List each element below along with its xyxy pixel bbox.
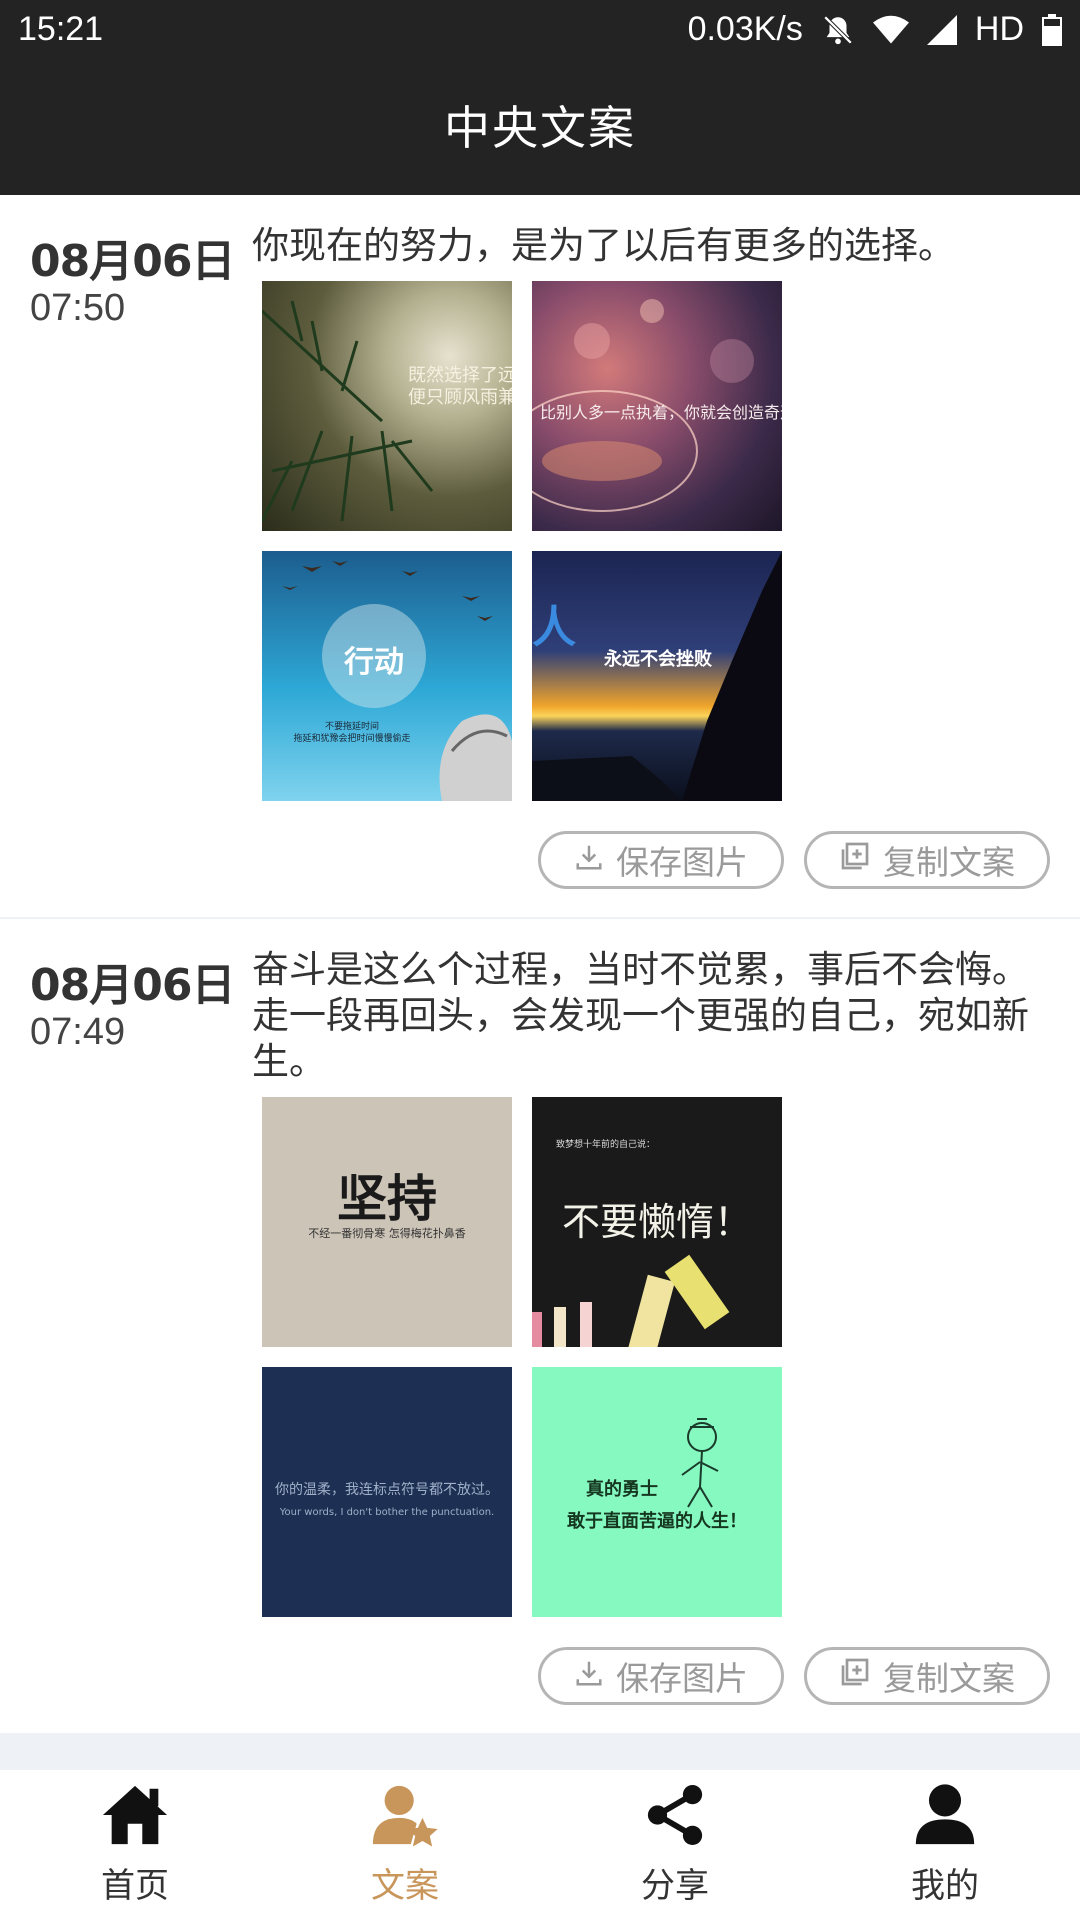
nav-item-mine[interactable]: 我的 (810, 1770, 1080, 1920)
battery-icon (1042, 13, 1062, 46)
post-text: 奋斗是这么个过程，当时不觉累，事后不会悔。走一段再回头，会发现一个更强的自己，宛… (252, 948, 1029, 1083)
post-feed[interactable]: 08月06日 07:50 你现在的努力，是为了以后有更多的选择。 既然选择了远 … (0, 195, 1080, 1770)
image-caption: 真的勇士 (586, 1479, 658, 1500)
image-caption: 敢于直面苦逼的人生！ (567, 1511, 747, 1532)
copy-text-button[interactable]: 复制文案 (804, 831, 1050, 889)
post-date: 08月06日 (30, 960, 235, 1011)
home-icon (100, 1782, 170, 1852)
post-card: 08月06日 07:50 你现在的努力，是为了以后有更多的选择。 既然选择了远 … (0, 195, 1080, 919)
hd-label: HD (974, 10, 1024, 48)
nav-item-home[interactable]: 首页 (0, 1770, 270, 1920)
signal-icon (926, 14, 957, 45)
post-image[interactable]: 你的温柔，我连标点符号都不放过。 Your words, I don't bot… (262, 1367, 512, 1617)
status-indicators: 0.03K/s HD (688, 10, 1062, 49)
image-caption: 坚持 (337, 1170, 437, 1228)
post-time: 07:49 (30, 1011, 126, 1053)
save-image-label: 保存图片 (616, 843, 748, 882)
post-image[interactable]: 致梦想十年前的自己说： 不要懒惰！ (532, 1097, 782, 1347)
mute-icon (821, 13, 855, 47)
post-image[interactable]: 真的勇士 敢于直面苦逼的人生！ (532, 1367, 782, 1617)
nav-item-copywriting[interactable]: 文案 (270, 1770, 540, 1920)
post-image[interactable]: 人 永远不会挫败 (532, 551, 782, 801)
image-caption: 致梦想十年前的自己说： (556, 1140, 656, 1150)
save-image-button[interactable]: 保存图片 (538, 1647, 784, 1705)
save-image-label: 保存图片 (616, 1659, 748, 1698)
post-text: 你现在的努力，是为了以后有更多的选择。 (252, 224, 955, 267)
page-title: 中央文案 (444, 101, 636, 155)
image-subcaption: 不要拖延时间 (324, 722, 379, 732)
image-caption: 人 (532, 602, 576, 653)
nav-label: 文案 (371, 1866, 439, 1906)
app-header: 15:21 0.03K/s HD 中央文案 (0, 0, 1080, 195)
download-icon (574, 841, 604, 880)
image-caption: 你的温柔，我连标点符号都不放过。 (275, 1482, 499, 1498)
image-caption: 行动 (344, 645, 404, 680)
post-image[interactable]: 坚持 不经一番彻骨寒 怎得梅花扑鼻香 (262, 1097, 512, 1347)
nav-item-share[interactable]: 分享 (540, 1770, 810, 1920)
post-datetime: 08月06日 07:49 (30, 949, 235, 1054)
nav-label: 分享 (641, 1866, 709, 1906)
share-icon (640, 1782, 710, 1852)
image-subcaption: 不经一番彻骨寒 怎得梅花扑鼻香 (308, 1227, 466, 1240)
post-date: 08月06日 (30, 236, 235, 287)
post-image[interactable]: 行动 不要拖延时间 拖延和犹豫会把时间慢慢偷走 (262, 551, 512, 801)
post-image[interactable]: 既然选择了远方 便只顾风雨兼程 (262, 281, 512, 531)
image-caption: 不要懒惰！ (561, 1200, 752, 1244)
copy-icon (839, 840, 871, 880)
nav-label: 首页 (101, 1866, 169, 1906)
copy-icon (839, 1656, 871, 1696)
wifi-icon (872, 15, 909, 45)
image-caption: 比别人多一点执着，你就会创造奇迹 (540, 403, 782, 422)
copy-text-label: 复制文案 (883, 843, 1015, 882)
net-speed: 0.03K/s (687, 10, 803, 48)
download-icon (574, 1657, 604, 1696)
copy-text-button[interactable]: 复制文案 (804, 1647, 1050, 1705)
post-time: 07:50 (30, 287, 126, 329)
nav-label: 我的 (911, 1866, 979, 1906)
bottom-nav: 首页 文案 分享 我的 (0, 1770, 1080, 1920)
image-grid: 既然选择了远方 便只顾风雨兼程 比别人多一点执着，你就会创造奇迹 (262, 281, 1052, 801)
post-image[interactable]: 比别人多一点执着，你就会创造奇迹 (532, 281, 782, 531)
copy-text-label: 复制文案 (883, 1659, 1015, 1698)
image-caption: 永远不会挫败 (604, 649, 712, 670)
post-datetime: 08月06日 07:50 (30, 225, 235, 330)
person-icon (910, 1782, 980, 1852)
image-caption: 便只顾风雨兼程 (408, 387, 512, 408)
image-caption: Your words, I don't bother the punctuati… (279, 1507, 495, 1518)
user-star-icon (370, 1782, 440, 1852)
post-card: 08月06日 07:49 奋斗是这么个过程，当时不觉累，事后不会悔。走一段再回头… (0, 919, 1080, 1735)
save-image-button[interactable]: 保存图片 (538, 831, 784, 889)
image-subcaption: 拖延和犹豫会把时间慢慢偷走 (293, 734, 411, 744)
status-time: 15:21 (18, 10, 104, 48)
image-caption: 既然选择了远方 (408, 365, 512, 386)
image-grid: 坚持 不经一番彻骨寒 怎得梅花扑鼻香 致梦想十年前的自己说： 不要懒惰！ 你的温… (262, 1097, 1052, 1617)
